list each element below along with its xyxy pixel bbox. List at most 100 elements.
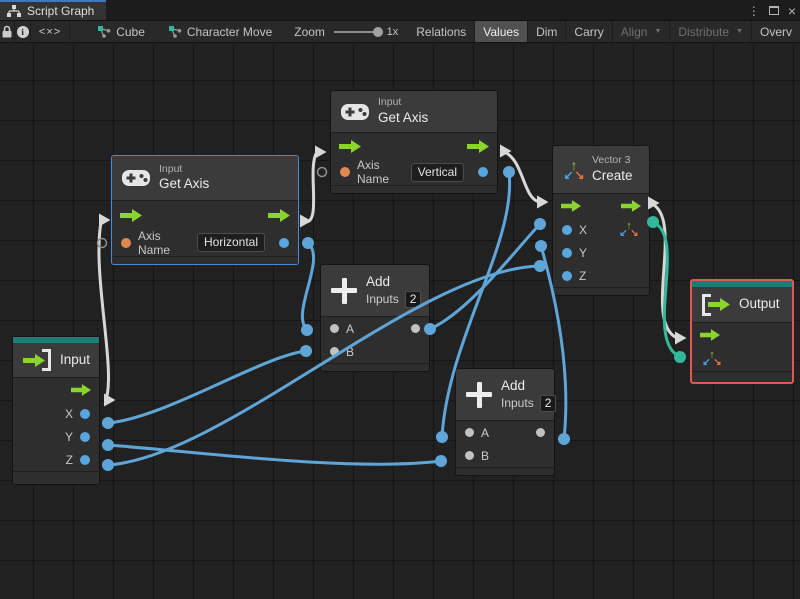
breadcrumb-graph-cube[interactable]: Cube <box>90 21 153 42</box>
button-label: Values <box>483 24 520 39</box>
node-get-axis-horizontal[interactable]: Input Get Axis Axis Name Horizontal <box>111 155 299 265</box>
port-label: X <box>579 222 588 237</box>
node-header[interactable]: Add Inputs 2 <box>321 265 429 317</box>
flow-in-port[interactable] <box>700 329 720 341</box>
node-footer <box>321 363 429 371</box>
value-out-port[interactable] <box>279 237 289 248</box>
inputs-count-field[interactable]: 2 <box>404 290 422 308</box>
y-port[interactable] <box>562 247 572 258</box>
param-label: Axis Name <box>357 158 390 186</box>
graph-tree-icon <box>7 5 21 17</box>
tab-script-graph[interactable]: Script Graph <box>0 0 107 20</box>
lock-button[interactable] <box>0 21 16 42</box>
port-row-b: B <box>456 444 554 467</box>
maximize-icon[interactable] <box>768 6 779 15</box>
overview-button[interactable]: Overv <box>752 21 800 42</box>
flow-out-port[interactable] <box>467 139 489 153</box>
axis-name-field[interactable]: Horizontal <box>196 233 265 252</box>
inputs-label: Inputs <box>501 396 534 410</box>
port-label: X <box>64 406 73 421</box>
add-icon <box>331 277 357 304</box>
x-out-port[interactable] <box>80 408 90 419</box>
relations-button[interactable]: Relations <box>408 21 476 42</box>
sum-out-port[interactable] <box>411 324 420 333</box>
node-title: Get Axis <box>378 109 429 125</box>
input-b-port[interactable] <box>330 347 339 356</box>
input-b-port[interactable] <box>465 451 474 460</box>
flow-out-port[interactable] <box>621 200 641 212</box>
zoom-slider-handle[interactable] <box>372 26 383 37</box>
flow-out-port[interactable] <box>268 208 290 222</box>
flow-out-port[interactable] <box>71 384 91 396</box>
axis-name-port[interactable] <box>121 237 131 248</box>
param-row: Axis Name Horizontal <box>112 229 298 257</box>
node-header[interactable]: ↑ ↙ ↘ Vector 3 Create <box>553 146 649 194</box>
input-a-port[interactable] <box>465 428 474 437</box>
port-row-x: X <box>13 402 99 425</box>
node-add-2[interactable]: Add Inputs 2 A B <box>455 368 557 476</box>
node-header[interactable]: Output <box>692 287 792 323</box>
code-icon: <×> <box>38 25 62 38</box>
tab-title: Script Graph <box>27 4 95 18</box>
menu-icon[interactable]: ⋮ <box>748 4 760 18</box>
node-header[interactable]: Input Get Axis <box>331 91 497 133</box>
node-output[interactable]: Output ↑ ↙ ↘ <box>690 279 794 384</box>
node-header[interactable]: Input <box>13 343 99 378</box>
vector3-in-port[interactable]: ↑ ↙ ↘ <box>701 350 723 368</box>
zoom-slider[interactable] <box>333 26 383 37</box>
flow-in-port[interactable] <box>120 208 142 222</box>
node-header[interactable]: Add Inputs 2 <box>456 369 557 421</box>
node-footer <box>692 371 792 382</box>
axis-name-port[interactable] <box>340 167 350 177</box>
node-input[interactable]: Input X Y Z <box>12 336 100 485</box>
inputs-count-field[interactable]: 2 <box>539 394 557 412</box>
z-out-port[interactable] <box>80 454 90 465</box>
node-add-1[interactable]: Add Inputs 2 A B <box>320 264 430 372</box>
flow-row <box>331 133 497 159</box>
info-button[interactable]: i <box>15 21 31 42</box>
flow-in-port[interactable] <box>561 200 581 212</box>
port-label: B <box>481 448 490 463</box>
y-out-port[interactable] <box>80 431 90 442</box>
inputs-label: Inputs <box>366 292 399 306</box>
distribute-dropdown[interactable]: Distribute ▼ <box>670 21 752 42</box>
node-vector3-create[interactable]: ↑ ↙ ↘ Vector 3 Create X ↑ ↙ ↘ Y Z <box>552 145 650 296</box>
lock-icon <box>2 25 12 38</box>
axis-name-field[interactable]: Vertical <box>410 162 464 182</box>
value-out-port[interactable] <box>478 167 488 177</box>
sum-out-port[interactable] <box>536 428 545 437</box>
code-view-button[interactable]: <×> <box>31 21 71 42</box>
vector3-out-port[interactable]: ↑ ↙ ↘ <box>618 220 640 238</box>
node-title: Output <box>739 296 780 312</box>
flow-row <box>692 323 792 347</box>
breadcrumb-graph-character-move[interactable]: Character Move <box>161 21 280 42</box>
node-header[interactable]: Input Get Axis <box>112 156 298 201</box>
graph-node-icon <box>98 25 111 38</box>
graph-canvas[interactable]: Input Get Axis Axis Name Vertical Input … <box>0 43 800 599</box>
node-title: Create <box>592 167 633 183</box>
x-port[interactable] <box>562 224 572 235</box>
node-footer <box>553 287 649 295</box>
flow-in-port[interactable] <box>339 139 361 153</box>
node-subtitle: Input <box>159 162 183 175</box>
node-title: Input <box>60 351 91 367</box>
input-a-port[interactable] <box>330 324 339 333</box>
values-button[interactable]: Values <box>475 21 529 42</box>
close-icon[interactable]: × <box>788 4 796 18</box>
port-row-a: A <box>456 421 554 444</box>
breadcrumb-label: Cube <box>116 24 145 39</box>
button-label: Distribute <box>678 24 730 39</box>
graph-toolbar: i <×> Cube Character Move Zoom 1x Relati… <box>0 21 800 43</box>
node-get-axis-vertical[interactable]: Input Get Axis Axis Name Vertical <box>330 90 498 194</box>
button-label: Align <box>620 24 648 39</box>
carry-button[interactable]: Carry <box>566 21 613 42</box>
node-footer <box>112 256 298 264</box>
align-dropdown[interactable]: Align ▼ <box>613 21 671 42</box>
add-icon <box>466 381 492 408</box>
port-row-x: X ↑ ↙ ↘ <box>553 218 649 241</box>
z-port[interactable] <box>562 270 572 281</box>
port-row-z: Z <box>13 448 99 471</box>
dim-button[interactable]: Dim <box>528 21 567 42</box>
port-label: B <box>346 344 355 359</box>
graph-node-icon <box>168 25 182 38</box>
